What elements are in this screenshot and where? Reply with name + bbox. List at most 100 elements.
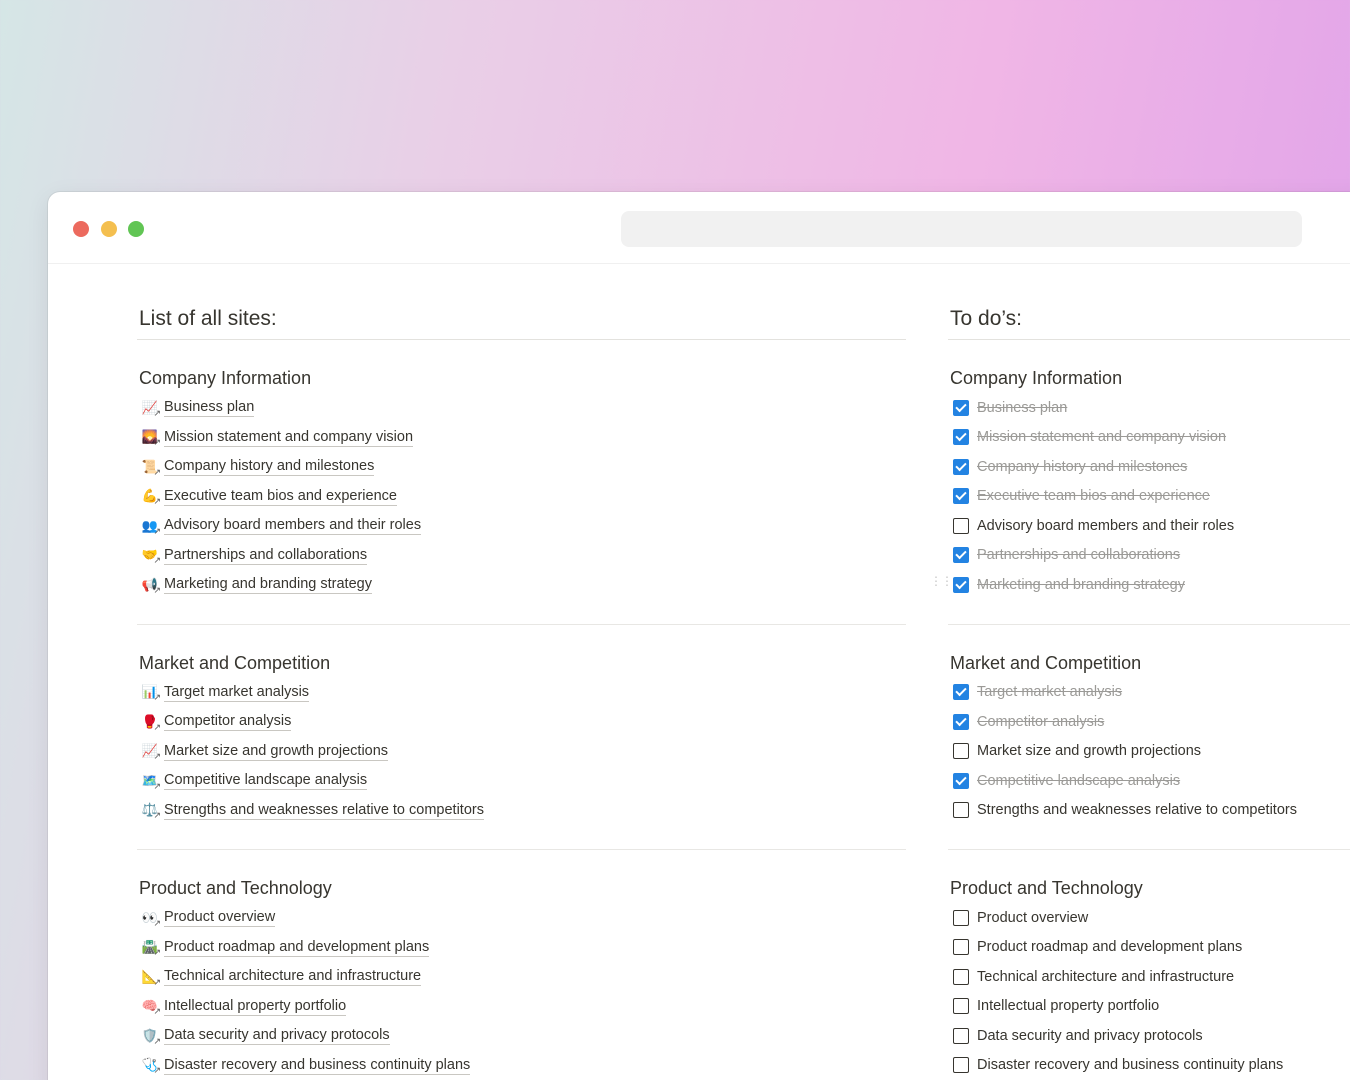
link-arrow-icon: ↗ — [153, 555, 161, 566]
drag-handle-icon[interactable]: ⋮⋮ — [930, 575, 953, 587]
todo-label: Competitor analysis — [977, 713, 1105, 730]
page-emoji-icon: 🤝 ↗ — [141, 546, 161, 566]
todo-label: Partnerships and collaborations — [977, 547, 1181, 564]
todo-checkbox[interactable] — [953, 458, 969, 475]
todo-label: Executive team bios and experience — [977, 488, 1210, 505]
todos-column-title: To do’s: — [950, 307, 1022, 330]
todo-item: Partnerships and collaborations — [948, 541, 1350, 571]
todo-label: Competitive landscape analysis — [977, 772, 1181, 789]
page-emoji-icon: 🗺️ ↗ — [141, 772, 161, 791]
todo-checkbox[interactable] — [953, 488, 969, 505]
todo-item: Target market analysis — [948, 678, 1350, 708]
page-link[interactable]: 📈 ↗ Market size and growth projections — [137, 737, 906, 767]
todos-column: To do’s: Company Information Business pla… — [930, 264, 1350, 1080]
todo-item: Company history and milestones — [948, 452, 1350, 482]
todo-item: ⋮⋮ Marketing and branding strategy — [930, 570, 1350, 600]
link-arrow-icon: ↗ — [153, 780, 161, 791]
page-link[interactable]: ⚖️ ↗ Strengths and weaknesses relative to … — [137, 796, 906, 826]
page-emoji-icon: 📜 ↗ — [141, 458, 161, 477]
todo-label: Product roadmap and development plans — [977, 939, 1243, 956]
page-link[interactable]: 📐 ↗ Technical architecture and infrastruct… — [137, 962, 906, 992]
link-arrow-icon: ↗ — [153, 437, 161, 448]
page-link-label: Strengths and weaknesses relative to com… — [164, 801, 484, 820]
page-emoji-icon: 🛣️ ↗ — [141, 938, 161, 958]
sites-column: List of all sites: Company Information 📈 ↗… — [137, 264, 906, 1080]
todo-checkbox[interactable] — [953, 772, 969, 789]
link-arrow-icon: ↗ — [153, 917, 161, 928]
page-link-label: Partnerships and collaborations — [164, 546, 368, 565]
page-link-label: Market size and growth projections — [164, 742, 389, 761]
todo-checkbox[interactable] — [953, 939, 969, 956]
page-link[interactable]: 📊 ↗ Target market analysis — [137, 678, 906, 708]
todo-item: Executive team bios and experience — [948, 482, 1350, 512]
page-link[interactable]: 👀 ↗ Product overview — [137, 903, 906, 933]
todo-item: Data security and privacy protocols — [948, 1021, 1350, 1051]
sites-sections: Company Information 📈 ↗ Business plan 🌄 ↗ Miss… — [137, 340, 906, 1080]
sites-section-company-information: Company Information 📈 ↗ Business plan 🌄 ↗ Miss… — [137, 340, 906, 625]
page-link[interactable]: 📜 ↗ Company history and milestones — [137, 452, 906, 482]
page-emoji-icon: 🩺 ↗ — [141, 1056, 161, 1076]
link-arrow-icon: ↗ — [153, 525, 161, 536]
page-link-label: Disaster recovery and business continuit… — [164, 1056, 471, 1075]
todo-checkbox[interactable] — [953, 743, 969, 760]
todo-label: Market size and growth projections — [977, 743, 1202, 760]
todo-checkbox[interactable] — [953, 802, 969, 819]
page-link-label: Business plan — [164, 399, 255, 418]
page-link[interactable]: 📢 ↗ Marketing and branding strategy — [137, 570, 906, 600]
todo-checkbox[interactable] — [953, 713, 969, 730]
todo-label: Intellectual property portfolio — [977, 998, 1160, 1015]
page-link-label: Advisory board members and their roles — [164, 517, 422, 536]
todo-checkbox[interactable] — [953, 998, 969, 1015]
close-window-button[interactable] — [73, 221, 89, 237]
link-arrow-icon: ↗ — [153, 947, 161, 958]
link-arrow-icon: ↗ — [153, 496, 161, 507]
link-arrow-icon: ↗ — [153, 751, 161, 762]
todo-checkbox[interactable] — [953, 399, 969, 416]
page-link[interactable]: 🥊 ↗ Competitor analysis — [137, 707, 906, 737]
section-heading: Company Information — [950, 368, 1123, 388]
todo-checkbox[interactable] — [953, 517, 969, 534]
todo-label: Advisory board members and their roles — [977, 517, 1235, 534]
todo-label: Target market analysis — [977, 684, 1123, 701]
todo-checkbox[interactable] — [953, 684, 969, 701]
page-link[interactable]: 🌄 ↗ Mission statement and company vision — [137, 423, 906, 453]
page-link[interactable]: 👥 ↗ Advisory board members and their roles — [137, 511, 906, 541]
page-link[interactable]: 📈 ↗ Business plan — [137, 393, 906, 423]
page-link[interactable]: 🩺 ↗ Disaster recovery and business continu… — [137, 1051, 906, 1080]
page-link[interactable]: 🤝 ↗ Partnerships and collaborations — [137, 541, 906, 571]
todo-item: Mission statement and company vision — [948, 423, 1350, 453]
todo-checkbox[interactable] — [953, 547, 969, 564]
page-link[interactable]: 🧠 ↗ Intellectual property portfolio — [137, 992, 906, 1022]
page-link-label: Technical architecture and infrastructur… — [164, 968, 422, 987]
page-link[interactable]: 🛡️ ↗ Data security and privacy protocols — [137, 1021, 906, 1051]
page-link-label: Company history and milestones — [164, 458, 375, 477]
section-heading: Market and Competition — [950, 652, 1142, 673]
todo-checkbox[interactable] — [953, 968, 969, 985]
todo-item: Competitor analysis — [948, 707, 1350, 737]
link-arrow-icon: ↗ — [153, 1065, 161, 1076]
todo-checkbox[interactable] — [953, 909, 969, 926]
todo-label: Strengths and weaknesses relative to com… — [977, 802, 1297, 819]
page-emoji-icon: 🥊 ↗ — [141, 713, 161, 732]
link-arrow-icon: ↗ — [153, 407, 161, 418]
sites-column-title: List of all sites: — [139, 307, 277, 330]
page-link[interactable]: 💪 ↗ Executive team bios and experience — [137, 482, 906, 512]
minimize-window-button[interactable] — [101, 221, 117, 237]
todo-label: Company history and milestones — [977, 458, 1188, 475]
todo-checkbox[interactable] — [953, 1057, 969, 1074]
page-link[interactable]: 🗺️ ↗ Competitive landscape analysis — [137, 766, 906, 796]
page-link-label: Product roadmap and development plans — [164, 938, 430, 957]
page-emoji-icon: 📊 ↗ — [141, 683, 161, 702]
address-bar[interactable] — [621, 211, 1302, 247]
link-arrow-icon: ↗ — [153, 584, 161, 595]
browser-window: List of all sites: Company Information 📈 ↗… — [48, 192, 1350, 1080]
maximize-window-button[interactable] — [128, 221, 144, 237]
page-link[interactable]: 🛣️ ↗ Product roadmap and development plans — [137, 933, 906, 963]
todos-section-product-and-technology: Product and Technology Product overview Pr… — [948, 850, 1350, 1080]
sites-section-market-and-competition: Market and Competition 📊 ↗ Target market an… — [137, 625, 906, 850]
todo-checkbox[interactable] — [953, 576, 969, 593]
todo-checkbox[interactable] — [953, 429, 969, 446]
todo-label: Marketing and branding strategy — [977, 576, 1185, 593]
link-arrow-icon: ↗ — [153, 976, 161, 987]
todo-checkbox[interactable] — [953, 1027, 969, 1044]
